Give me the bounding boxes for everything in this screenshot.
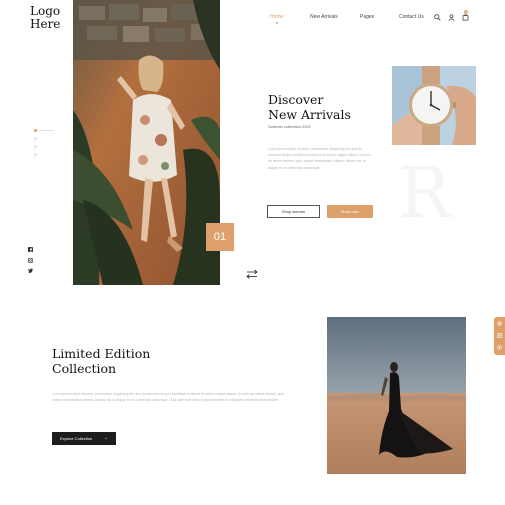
top-nav: Home New Arrivals Pages Contact Us — [268, 14, 428, 24]
watch-photo — [392, 66, 476, 145]
collection-title-line-2: Collection — [52, 361, 117, 376]
swap-arrows-icon[interactable] — [246, 268, 258, 280]
instagram-icon[interactable] — [28, 258, 33, 263]
facebook-icon[interactable] — [28, 247, 33, 252]
user-icon[interactable] — [448, 14, 455, 21]
slider-dot-1[interactable] — [34, 129, 54, 132]
desert-photo — [327, 317, 466, 474]
document-icon[interactable] — [497, 333, 502, 338]
side-settings-widget[interactable] — [494, 317, 505, 355]
cart-count-badge: 0 — [464, 10, 468, 14]
hero-subtitle: Summer collection 2022 — [268, 124, 311, 129]
slider-dot-3[interactable] — [34, 145, 37, 148]
collection-title-line-1: Limited Edition — [52, 346, 151, 361]
support-icon[interactable] — [497, 345, 502, 350]
nav-pages[interactable]: Pages — [360, 14, 374, 20]
shop-women-button[interactable]: Shop women — [267, 205, 320, 218]
collection-description: Lorem ipsum dolor sit amet, consectetur … — [52, 392, 284, 403]
shop-men-button[interactable]: Shop men — [327, 205, 373, 218]
active-dot-line — [38, 130, 54, 131]
slide-number: 01 — [206, 223, 234, 251]
hero-description: Lorem ipsum dolor sit amet, consectetur … — [268, 147, 371, 170]
gear-icon[interactable] — [497, 321, 502, 326]
logo-line-2: Here — [30, 17, 61, 31]
collection-title: Limited Edition Collection — [52, 346, 192, 376]
ghost-letter: R — [398, 152, 451, 234]
slider-dots — [34, 129, 54, 161]
nav-home[interactable]: Home — [270, 14, 283, 20]
slider-dot-2[interactable] — [34, 137, 37, 140]
hero-title-line-2: New Arrivals — [268, 107, 351, 122]
cart-icon[interactable] — [462, 13, 469, 21]
hero-photo — [73, 0, 220, 285]
logo[interactable]: Logo Here — [30, 5, 70, 31]
nav-new-arrivals[interactable]: New Arrivals — [310, 14, 338, 20]
hero-title-line-1: Discover — [268, 92, 324, 107]
arrow-right-icon: → — [103, 435, 108, 441]
twitter-icon[interactable] — [28, 268, 33, 273]
hero-title: Discover New Arrivals — [268, 92, 388, 122]
nav-contact-us[interactable]: Contact Us — [399, 14, 424, 20]
search-icon[interactable] — [434, 14, 441, 21]
slider-dot-4[interactable] — [34, 153, 37, 156]
explore-collection-label: Explore Collection — [60, 436, 93, 441]
explore-collection-button[interactable]: Explore Collection → — [52, 432, 116, 445]
